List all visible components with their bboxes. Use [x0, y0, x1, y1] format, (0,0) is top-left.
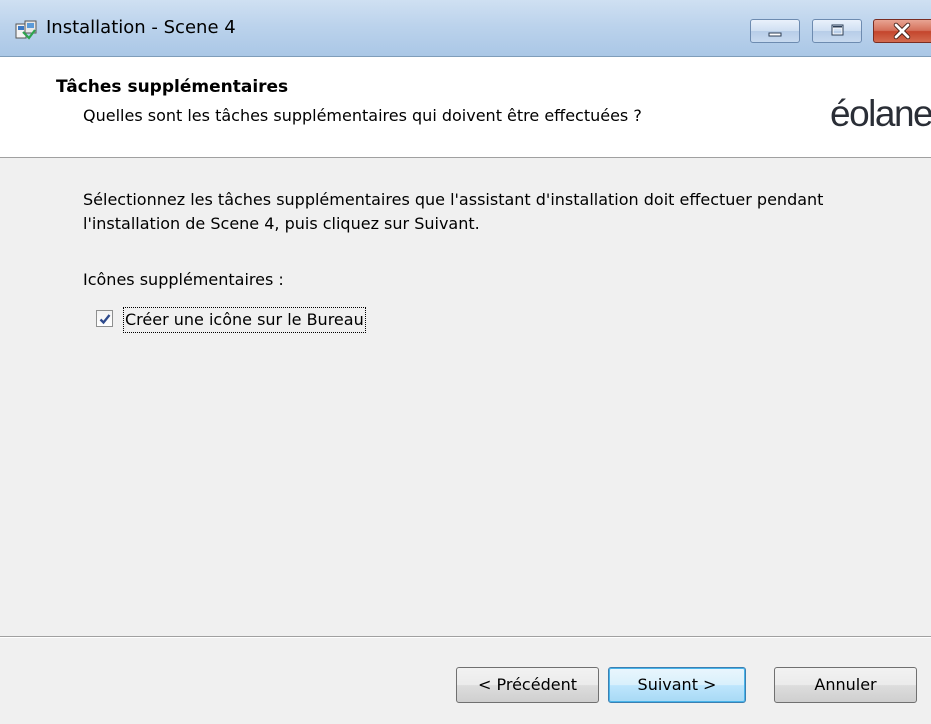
- checkmark-icon: [99, 314, 111, 325]
- footer-divider: [0, 636, 931, 638]
- maximize-button[interactable]: [812, 19, 862, 43]
- window-title: Installation - Scene 4: [46, 17, 236, 38]
- cancel-button[interactable]: Annuler: [774, 667, 917, 703]
- next-button[interactable]: Suivant >: [608, 667, 746, 703]
- back-button[interactable]: < Précédent: [456, 667, 599, 703]
- installer-icon: [15, 20, 37, 40]
- minimize-icon: [768, 32, 782, 37]
- close-button[interactable]: [873, 19, 931, 43]
- wizard-header: Tâches supplémentaires Quelles sont les …: [0, 57, 931, 158]
- eolane-logo: éolane: [830, 93, 931, 134]
- desktop-icon-label[interactable]: Créer une icône sur le Bureau: [123, 307, 366, 333]
- page-subtitle: Quelles sont les tâches supplémentaires …: [83, 106, 642, 125]
- installer-window: Installation - Scene 4 Tâches supplément…: [0, 0, 931, 724]
- instructions-text: Sélectionnez les tâches supplémentaires …: [83, 190, 824, 233]
- maximize-icon: [831, 24, 844, 36]
- title-bar[interactable]: Installation - Scene 4: [0, 0, 931, 57]
- page-title: Tâches supplémentaires: [56, 77, 289, 97]
- close-icon: [893, 22, 911, 40]
- desktop-icon-checkbox[interactable]: [96, 310, 113, 327]
- minimize-button[interactable]: [750, 19, 800, 43]
- additional-icons-label: Icônes supplémentaires :: [83, 270, 284, 289]
